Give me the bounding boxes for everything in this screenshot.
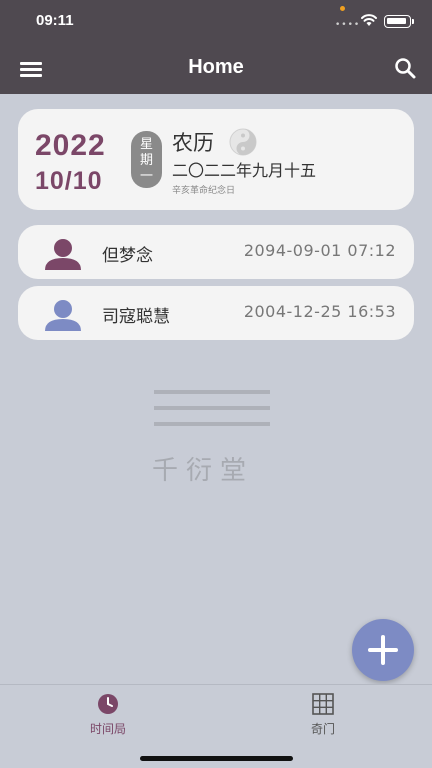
person-avatar-icon [45, 239, 81, 270]
watermark-text: 千衍堂 [152, 456, 255, 486]
person-datetime: 2004-12-25 16:53 [243, 302, 396, 321]
status-bar: 09:11 •••• [0, 0, 432, 44]
weekday-char: 星 [139, 137, 153, 152]
lunar-date: 二〇二二年九月十五 [172, 161, 317, 180]
date-year: 2022 [35, 129, 106, 162]
app-bar: Home [0, 44, 432, 94]
list-item[interactable]: 但梦念 2094-09-01 07:12 [18, 225, 414, 279]
lunar-label: 农历 [172, 131, 214, 155]
signal-icon: •••• [335, 20, 361, 30]
add-button[interactable] [352, 619, 414, 681]
battery-icon [384, 15, 414, 28]
list-item[interactable]: 司寇聪慧 2004-12-25 16:53 [18, 286, 414, 340]
privacy-indicator-dot [340, 6, 345, 11]
person-name: 但梦念 [102, 246, 153, 266]
tab-label: 时间局 [89, 722, 126, 736]
tab-time-board[interactable]: 时间局 [53, 693, 163, 743]
date-month-day: 10/10 [35, 167, 103, 195]
weekday-badge: 星 期 一 [131, 131, 162, 188]
tab-label: 奇门 [310, 722, 335, 736]
home-indicator [140, 756, 293, 761]
tab-qimen[interactable]: 奇门 [268, 693, 378, 743]
weekday-char: 期 [139, 153, 153, 168]
person-datetime: 2094-09-01 07:12 [243, 241, 396, 260]
person-name: 司寇聪慧 [102, 307, 170, 327]
watermark-logo [154, 390, 270, 426]
wifi-icon [361, 14, 377, 26]
grid-icon [312, 693, 334, 715]
holiday-label: 辛亥革命纪念日 [172, 186, 236, 196]
clock-icon [98, 694, 118, 714]
yin-yang-icon [229, 128, 257, 156]
search-icon[interactable] [393, 56, 417, 80]
status-time: 09:11 [36, 12, 74, 29]
person-avatar-icon [45, 300, 81, 331]
date-card[interactable]: 2022 10/10 星 期 一 农历 二〇二二年九月十五 辛亥革命纪念日 [18, 109, 414, 210]
weekday-char: 一 [139, 169, 153, 184]
page-title: Home [188, 56, 244, 78]
plus-icon [381, 635, 385, 665]
